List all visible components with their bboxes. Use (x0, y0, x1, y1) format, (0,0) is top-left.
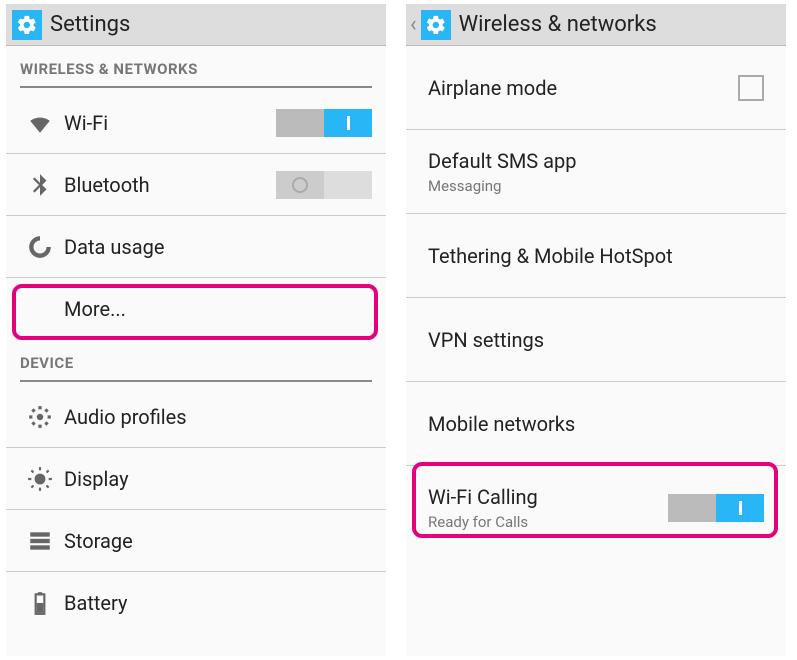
row-bluetooth[interactable]: Bluetooth (6, 154, 386, 216)
app-icon (421, 10, 451, 40)
settings-screen: Settings WIRELESS & NETWORKS Wi-Fi Bluet… (6, 4, 386, 656)
row-label: Storage (64, 529, 372, 553)
battery-icon (27, 590, 53, 616)
gear-icon (16, 14, 38, 36)
airplane-checkbox[interactable] (738, 75, 764, 101)
row-tethering[interactable]: Tethering & Mobile HotSpot (406, 214, 786, 298)
section-header-device: DEVICE (6, 340, 386, 380)
row-audio-profiles[interactable]: Audio profiles (6, 386, 386, 448)
app-icon (12, 10, 42, 40)
row-label: Tethering & Mobile HotSpot (428, 244, 764, 268)
row-more[interactable]: More... (6, 278, 386, 340)
row-label: Wi-Fi Calling (428, 485, 668, 509)
back-icon[interactable]: ‹ (410, 12, 417, 37)
row-label: Bluetooth (64, 173, 276, 197)
row-label: Display (64, 467, 372, 491)
gear-icon (425, 14, 447, 36)
row-label: Default SMS app (428, 149, 764, 173)
row-storage[interactable]: Storage (6, 510, 386, 572)
row-label: Data usage (64, 235, 372, 259)
wifi-calling-toggle[interactable] (668, 494, 764, 522)
header: Settings (6, 4, 386, 46)
row-battery[interactable]: Battery (6, 572, 386, 634)
row-wifi-calling[interactable]: Wi-Fi Calling Ready for Calls (406, 466, 786, 550)
row-label: Audio profiles (64, 405, 372, 429)
row-label: VPN settings (428, 328, 764, 352)
row-vpn[interactable]: VPN settings (406, 298, 786, 382)
audio-icon (27, 404, 53, 430)
divider (20, 380, 372, 382)
row-sublabel: Messaging (428, 177, 764, 195)
storage-icon (27, 528, 53, 554)
section-header-wireless: WIRELESS & NETWORKS (6, 46, 386, 86)
bluetooth-toggle[interactable] (276, 171, 372, 199)
header: ‹ Wireless & networks (406, 4, 786, 46)
data-usage-icon (27, 234, 53, 260)
display-icon (27, 466, 53, 492)
row-label: More... (64, 297, 372, 321)
row-wifi[interactable]: Wi-Fi (6, 92, 386, 154)
wifi-icon (27, 110, 53, 136)
divider (20, 86, 372, 88)
row-data-usage[interactable]: Data usage (6, 216, 386, 278)
row-label: Wi-Fi (64, 111, 276, 135)
row-sublabel: Ready for Calls (428, 513, 668, 531)
header-title: Wireless & networks (459, 12, 657, 37)
row-default-sms[interactable]: Default SMS app Messaging (406, 130, 786, 214)
row-label: Mobile networks (428, 412, 764, 436)
row-label: Airplane mode (428, 76, 738, 100)
row-airplane-mode[interactable]: Airplane mode (406, 46, 786, 130)
row-display[interactable]: Display (6, 448, 386, 510)
row-label: Battery (64, 591, 372, 615)
bluetooth-icon (27, 172, 53, 198)
header-title: Settings (50, 12, 130, 37)
wireless-networks-screen: ‹ Wireless & networks Airplane mode Defa… (406, 4, 786, 656)
row-mobile-networks[interactable]: Mobile networks (406, 382, 786, 466)
wifi-toggle[interactable] (276, 109, 372, 137)
